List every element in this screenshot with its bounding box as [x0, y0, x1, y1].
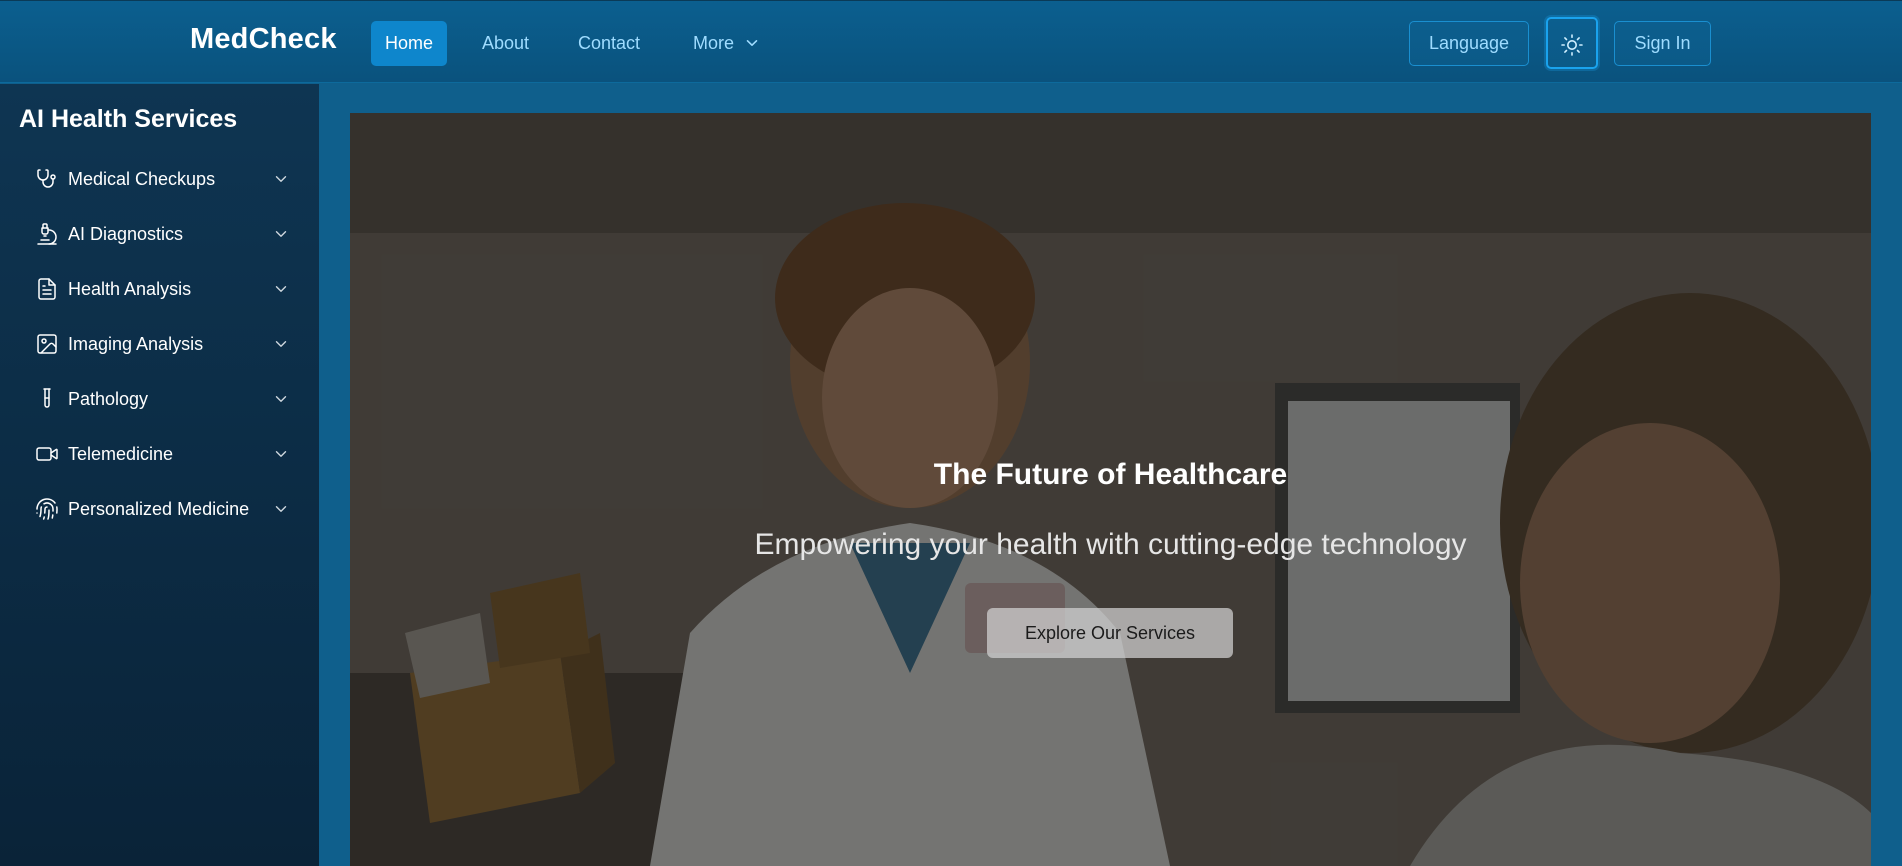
sidebar-title: AI Health Services	[19, 105, 238, 133]
sidebar-item-ai-diagnostics[interactable]: AI Diagnostics	[32, 214, 290, 254]
nav-about-link[interactable]: About	[468, 21, 543, 66]
sun-icon	[1560, 34, 1584, 57]
hero-title: The Future of Healthcare	[933, 458, 1288, 491]
sidebar-item-imaging-analysis[interactable]: Imaging Analysis	[32, 324, 290, 364]
language-button[interactable]: Language	[1409, 21, 1529, 66]
top-navbar: MedCheck Home About Contact More Languag…	[0, 0, 1902, 83]
chevron-down-icon	[272, 447, 290, 461]
sidebar-item-telemedicine[interactable]: Telemedicine	[32, 434, 290, 474]
fingerprint-icon	[32, 494, 62, 524]
chevron-down-icon	[272, 392, 290, 406]
explore-services-button[interactable]: Explore Our Services	[987, 608, 1233, 658]
sidebar-item-pathology[interactable]: Pathology	[32, 379, 290, 419]
brand-logo[interactable]: MedCheck	[190, 23, 337, 56]
sidebar-item-personalized-medicine[interactable]: Personalized Medicine	[32, 489, 290, 529]
image-icon	[32, 329, 62, 359]
sidebar: AI Health Services Medical Checkups AI D…	[0, 84, 319, 866]
sidebar-item-health-analysis[interactable]: Health Analysis	[32, 269, 290, 309]
test-tube-icon	[32, 384, 62, 414]
sidebar-item-label: Telemedicine	[68, 443, 174, 464]
nav-home-link[interactable]: Home	[371, 21, 448, 66]
microscope-icon	[32, 219, 62, 249]
theme-toggle-button[interactable]	[1546, 17, 1598, 69]
chevron-down-icon	[272, 172, 290, 186]
chevron-down-icon	[272, 337, 290, 351]
sidebar-item-label: AI Diagnostics	[68, 223, 184, 244]
sign-in-button[interactable]: Sign In	[1614, 21, 1711, 66]
sidebar-item-label: Pathology	[68, 388, 149, 409]
chevron-down-icon	[272, 502, 290, 516]
sidebar-item-label: Personalized Medicine	[68, 498, 250, 519]
sidebar-item-medical-checkups[interactable]: Medical Checkups	[32, 159, 290, 199]
document-icon	[32, 274, 62, 304]
nav-contact-link[interactable]: Contact	[564, 21, 654, 66]
nav-more-label: More	[693, 33, 735, 53]
stethoscope-icon	[32, 164, 62, 194]
chevron-down-icon	[745, 22, 759, 67]
hero-subtitle: Empowering your health with cutting-edge…	[754, 528, 1467, 561]
video-camera-icon	[32, 439, 62, 469]
hero-section: The Future of Healthcare Empowering your…	[350, 113, 1871, 866]
chevron-down-icon	[272, 282, 290, 296]
sidebar-item-label: Imaging Analysis	[68, 333, 204, 354]
chevron-down-icon	[272, 227, 290, 241]
nav-more-dropdown[interactable]: More	[679, 21, 773, 66]
sidebar-item-label: Medical Checkups	[68, 168, 216, 189]
sidebar-item-label: Health Analysis	[68, 278, 192, 299]
